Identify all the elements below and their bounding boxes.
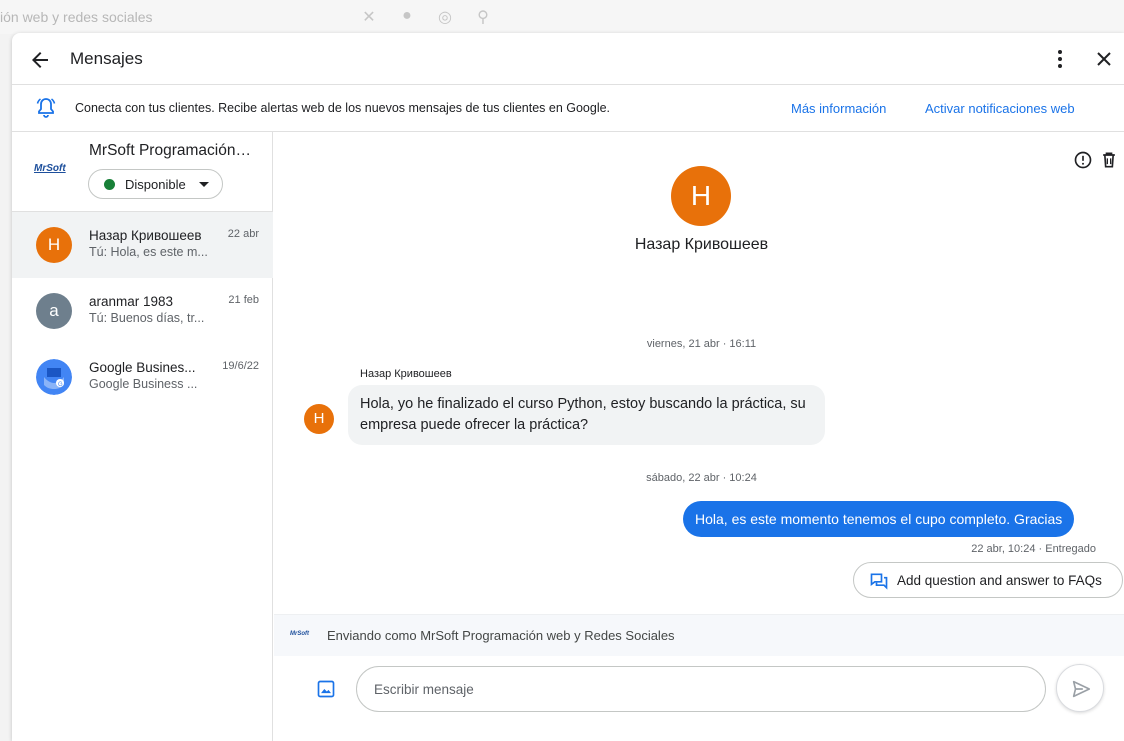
lens-icon: ◎ xyxy=(438,9,452,26)
report-icon[interactable] xyxy=(1073,150,1093,170)
messages-dialog: Mensajes Conecta con tus clientes. Recib… xyxy=(12,33,1124,741)
conversation-item[interactable]: G Google Busines... Google Business ... … xyxy=(12,344,273,410)
search-icon: ⚲ xyxy=(477,9,489,26)
availability-dropdown[interactable]: Disponible xyxy=(88,169,223,199)
add-faq-button[interactable]: Add question and answer to FAQs xyxy=(853,562,1123,598)
availability-label: Disponible xyxy=(125,177,186,192)
avatar: H xyxy=(36,227,72,263)
message-input[interactable] xyxy=(356,666,1046,712)
conversation-preview: Tú: Buenos días, tr... xyxy=(89,311,205,325)
microphone-icon: ● xyxy=(402,7,412,24)
background-search-bar: ión web y redes sociales ✕ ● ◎ ⚲ xyxy=(0,0,1124,34)
more-vert-icon[interactable] xyxy=(1048,47,1072,71)
chat-panel: H Назар Кривошеев viernes, 21 abr · 16:1… xyxy=(274,132,1124,741)
google-business-avatar-icon: G xyxy=(36,359,72,395)
clear-icon: ✕ xyxy=(362,9,376,26)
close-icon[interactable] xyxy=(1092,47,1116,71)
conversation-date: 22 abr xyxy=(227,228,259,240)
conversation-date: 21 feb xyxy=(228,294,259,306)
conversation-name: Назар Кривошеев xyxy=(89,228,202,243)
activate-web-notifications-link[interactable]: Activar notificaciones web xyxy=(925,101,1075,116)
dialog-title: Mensajes xyxy=(70,49,143,68)
sending-as-text: Enviando como MrSoft Programación web y … xyxy=(327,628,675,643)
conversation-preview: Google Business ... xyxy=(89,377,198,391)
faq-icon xyxy=(870,573,888,590)
background-search-text: ión web y redes sociales xyxy=(0,9,153,25)
message-avatar: H xyxy=(304,404,334,434)
send-button[interactable] xyxy=(1056,664,1104,712)
contact-name: Назар Кривошеев xyxy=(634,236,769,253)
date-separator: sábado, 22 abr · 10:24 xyxy=(646,472,757,484)
sending-as-bar: MrSoft Enviando como MrSoft Programación… xyxy=(274,614,1124,656)
contact-avatar: H xyxy=(671,166,731,226)
more-info-link[interactable]: Más información xyxy=(791,101,886,116)
caret-down-icon xyxy=(199,182,209,187)
status-dot-icon xyxy=(104,179,115,190)
conversation-preview: Tú: Hola, es este m... xyxy=(89,245,208,259)
image-icon[interactable] xyxy=(316,679,336,699)
conversation-name: Google Busines... xyxy=(89,360,196,375)
business-logo: MrSoft xyxy=(34,163,66,174)
conversation-date: 19/6/22 xyxy=(222,360,259,372)
send-icon xyxy=(1072,680,1091,698)
add-faq-label: Add question and answer to FAQs xyxy=(897,573,1102,588)
notification-banner: Conecta con tus clientes. Recibe alertas… xyxy=(12,85,1124,132)
trash-icon[interactable] xyxy=(1099,150,1119,170)
conversation-item[interactable]: H Назар Кривошеев Tú: Hola, es este m...… xyxy=(12,212,273,278)
banner-text: Conecta con tus clientes. Recibe alertas… xyxy=(75,101,611,115)
conversation-sidebar: MrSoft MrSoft Programación… Disponible H… xyxy=(12,132,273,741)
conversation-item[interactable]: a aranmar 1983 Tú: Buenos días, tr... 21… xyxy=(12,278,273,344)
conversation-name: aranmar 1983 xyxy=(89,294,174,309)
business-profile-header: MrSoft MrSoft Programación… Disponible xyxy=(12,132,273,212)
business-name: MrSoft Programación… xyxy=(89,142,251,159)
message-sender-name: Назар Кривошеев xyxy=(360,368,452,380)
svg-text:G: G xyxy=(58,382,63,388)
background-search-icons: ✕ ● ◎ ⚲ xyxy=(360,7,492,27)
message-composer xyxy=(274,656,1124,741)
message-delivery-status: 22 abr, 10:24 · Entregado xyxy=(971,543,1096,555)
sending-business-logo: MrSoft xyxy=(290,631,309,637)
avatar: a xyxy=(36,293,72,329)
outgoing-message-bubble: Hola, es este momento tenemos el cupo co… xyxy=(683,501,1075,537)
notification-bell-icon xyxy=(36,98,56,118)
dialog-header: Mensajes xyxy=(12,33,1124,85)
back-arrow-icon[interactable] xyxy=(28,48,52,72)
date-separator: viernes, 21 abr · 16:11 xyxy=(646,338,757,350)
incoming-message-bubble: Hola, yo he finalizado el curso Python, … xyxy=(348,385,825,445)
